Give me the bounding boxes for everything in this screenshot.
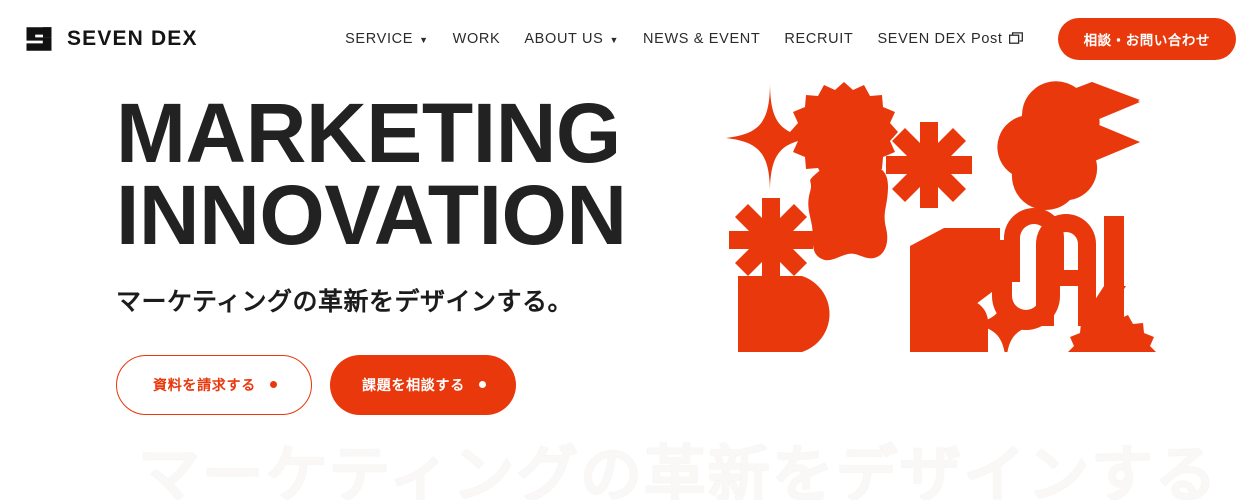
nav-item-about-us[interactable]: ABOUT US ▼ bbox=[512, 31, 631, 47]
nav-item-work[interactable]: WORK bbox=[441, 31, 513, 47]
nav-item-label: SEVEN DEX Post bbox=[877, 31, 1003, 47]
hero-heading-line-2: INNOVATION bbox=[116, 168, 627, 263]
nav-item-label: WORK bbox=[452, 31, 501, 47]
dot-icon bbox=[479, 381, 486, 389]
site-header: SEVEN DEX SERVICE ▼ WORK ABOUT US ▼ NEWS… bbox=[0, 0, 1260, 78]
ghost-marquee-text: マーケティングの革新をデザインする bbox=[138, 441, 1219, 500]
nav-item-news-event[interactable]: NEWS & EVENT bbox=[631, 31, 772, 47]
orange-geometric-shape-collage bbox=[722, 80, 1164, 352]
seven-dex-logo-mark-icon bbox=[26, 27, 52, 51]
brand-logo[interactable]: SEVEN DEX bbox=[24, 24, 198, 54]
rounded-arch-letters-icon bbox=[1036, 214, 1126, 326]
dot-icon bbox=[270, 381, 277, 389]
chevron-down-icon: ▼ bbox=[609, 34, 620, 45]
hero-button-group: 資料を請求する 課題を相談する bbox=[116, 354, 627, 415]
nav-item-recruit[interactable]: RECRUIT bbox=[772, 31, 865, 47]
consult-issue-label: 課題を相談する bbox=[362, 376, 465, 393]
request-document-button[interactable]: 資料を請求する bbox=[116, 354, 312, 415]
main-navigation: SERVICE ▼ WORK ABOUT US ▼ NEWS & EVENT R… bbox=[333, 18, 1260, 60]
hero-copy: MARKETING INNOVATION マーケティングの革新をデザインする。 … bbox=[116, 86, 627, 415]
hero-heading-line-1: MARKETING bbox=[116, 86, 621, 180]
nav-item-label: SERVICE bbox=[345, 31, 414, 47]
asterisk-icon bbox=[729, 198, 813, 282]
nav-item-service[interactable]: SERVICE ▼ bbox=[333, 31, 441, 47]
nav-item-label: NEWS & EVENT bbox=[643, 31, 761, 47]
brand-name: SEVEN DEX bbox=[67, 27, 198, 50]
half-round-pill-icon bbox=[738, 276, 830, 352]
asterisk-icon bbox=[886, 122, 972, 208]
request-document-label: 資料を請求する bbox=[153, 376, 256, 393]
squircle-blob-icon bbox=[808, 166, 888, 261]
nav-item-seven-dex-post[interactable]: SEVEN DEX Post bbox=[865, 31, 1035, 47]
ghost-marquee-band: マーケティングの革新をデザインする bbox=[0, 430, 1260, 500]
chevron-down-icon: ▼ bbox=[419, 34, 429, 45]
hero-subtitle: マーケティングの革新をデザインする。 bbox=[116, 287, 574, 316]
nav-item-label: RECRUIT bbox=[784, 31, 854, 47]
starburst-badge-icon bbox=[790, 82, 898, 182]
nav-item-label: ABOUT US bbox=[524, 31, 604, 47]
consult-issue-button[interactable]: 課題を相談する bbox=[330, 354, 516, 415]
external-link-icon bbox=[1008, 32, 1023, 44]
header-contact-button[interactable]: 相談・お問い合わせ bbox=[1057, 18, 1236, 60]
